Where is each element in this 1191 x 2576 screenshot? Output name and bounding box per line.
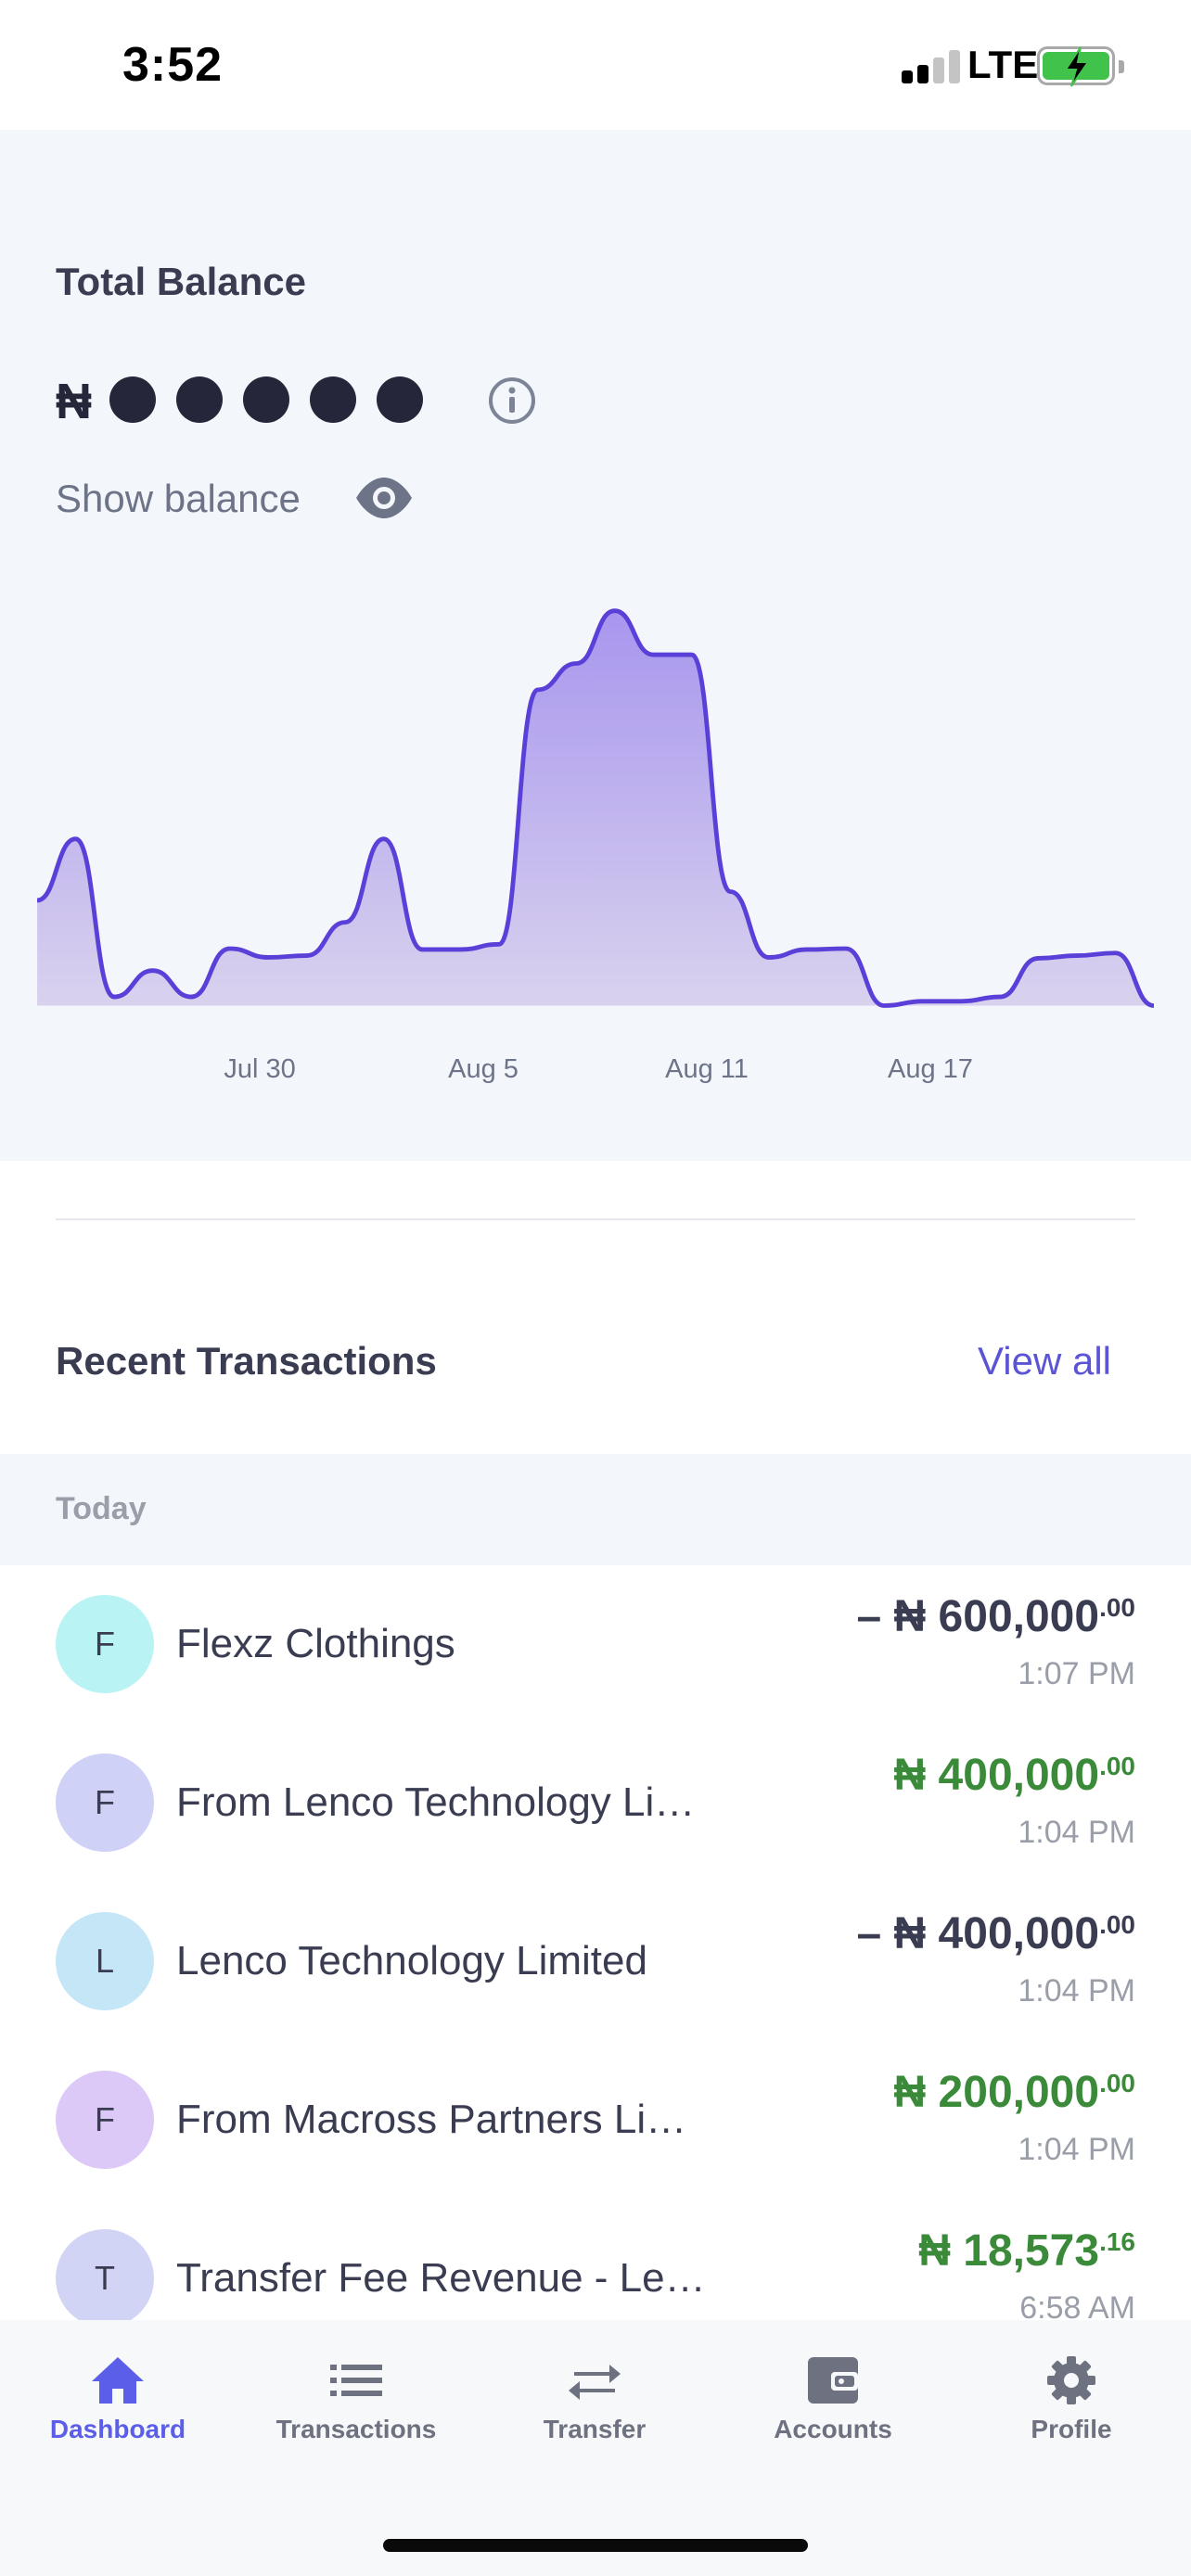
day-group-header: Today [0, 1454, 1191, 1565]
transaction-amount: – ₦ 400,000.00 [857, 1908, 1135, 1959]
bottom-tab-bar: Dashboard Transactions Transfer Accounts… [0, 2320, 1191, 2576]
currency-symbol: ₦ [56, 374, 92, 429]
x-tick-label: Aug 17 [888, 1054, 973, 1084]
list-icon [330, 2365, 382, 2396]
amount-sign: – [856, 1592, 894, 1641]
amount-decimals: .00 [1099, 1752, 1135, 1780]
transaction-name: From Lenco Technology Limited [176, 1779, 714, 1825]
view-all-link[interactable]: View all [978, 1339, 1111, 1384]
transaction-amount: – ₦ 600,000.00 [857, 1591, 1135, 1642]
amount-decimals: .00 [1099, 1910, 1135, 1939]
balance-history-chart: Jul 30 Aug 5 Aug 11 Aug 17 [36, 608, 1155, 1084]
tab-label: Accounts [774, 2415, 892, 2443]
tab-dashboard[interactable]: Dashboard [20, 2355, 215, 2457]
avatar: F [56, 1753, 154, 1852]
transaction-time: 1:07 PM [1018, 1656, 1135, 1691]
transaction-name: Flexz Clothings [176, 1621, 455, 1666]
currency-symbol: ₦ [918, 2226, 951, 2276]
show-balance-toggle[interactable]: Show balance [56, 477, 301, 521]
transaction-amount: ₦ 400,000.00 [894, 1750, 1135, 1801]
transaction-list: F Flexz Clothings – ₦ 600,000.00 1:07 PM F Fr… [0, 1567, 1191, 2360]
tab-profile[interactable]: Profile [974, 2355, 1169, 2457]
amount-value: 600,000 [926, 1592, 1100, 1641]
cellular-signal-icon [902, 50, 960, 83]
currency-symbol: ₦ [893, 1909, 927, 1958]
transaction-name: Lenco Technology Limited [176, 1938, 647, 1983]
avatar: F [56, 1595, 154, 1693]
avatar-initial: T [95, 2259, 115, 2297]
day-group-label: Today [56, 1491, 147, 1526]
tab-accounts[interactable]: Accounts [736, 2355, 930, 2457]
total-balance-label: Total Balance [56, 260, 306, 303]
status-bar: 3:52 LTE [0, 0, 1191, 130]
network-type: LTE [967, 43, 1039, 86]
avatar: F [56, 2071, 154, 2169]
tab-label: Transactions [275, 2415, 437, 2443]
transaction-amount: ₦ 200,000.00 [894, 2067, 1135, 2118]
amount-decimals: .00 [1099, 2069, 1135, 2098]
gear-icon [1047, 2356, 1095, 2404]
section-divider [56, 1218, 1135, 1220]
transaction-row[interactable]: L Lenco Technology Limited – ₦ 400,000.00 1… [0, 1884, 1191, 2043]
amount-decimals: .00 [1099, 1593, 1135, 1622]
x-tick-label: Aug 5 [448, 1054, 519, 1084]
transaction-row[interactable]: F Flexz Clothings – ₦ 600,000.00 1:07 PM [0, 1567, 1191, 1726]
avatar-initial: F [95, 1625, 115, 1663]
avatar: T [56, 2229, 154, 2327]
chart-area-fill [37, 610, 1154, 1006]
transaction-row[interactable]: F From Lenco Technology Limited ₦ 400,000.… [0, 1726, 1191, 1884]
avatar-initial: F [95, 1783, 115, 1821]
tab-label: Dashboard [49, 2415, 186, 2443]
home-indicator [383, 2539, 808, 2552]
transaction-time: 1:04 PM [1018, 2132, 1135, 2167]
status-time: 3:52 [122, 38, 224, 92]
x-tick-label: Aug 11 [665, 1054, 749, 1084]
dashboard-screen: 3:52 LTE Total Balance ₦ Show balance Ju… [0, 0, 1191, 2576]
amount-sign: – [856, 1909, 894, 1958]
info-icon[interactable] [486, 375, 538, 427]
tab-transactions[interactable]: Transactions [259, 2355, 454, 2457]
tab-label: Profile [1031, 2415, 1112, 2443]
transaction-name: Transfer Fee Revenue - Lenco [176, 2255, 714, 2301]
amount-value: 400,000 [926, 1909, 1100, 1958]
transaction-row[interactable]: F From Macross Partners Limited ₦ 200,000.… [0, 2043, 1191, 2201]
currency-symbol: ₦ [893, 1592, 927, 1641]
currency-symbol: ₦ [893, 2068, 927, 2117]
x-tick-label: Jul 30 [224, 1054, 295, 1084]
amount-decimals: .16 [1099, 2227, 1135, 2256]
amount-value: 18,573 [950, 2226, 1100, 2276]
avatar-initial: L [95, 1942, 115, 1980]
transaction-time: 1:04 PM [1018, 1815, 1135, 1850]
home-icon [92, 2357, 144, 2404]
currency-symbol: ₦ [893, 1751, 927, 1800]
recent-transactions-title: Recent Transactions [56, 1339, 437, 1383]
tab-transfer[interactable]: Transfer [497, 2355, 692, 2457]
eye-icon[interactable] [352, 475, 416, 521]
tab-label: Transfer [543, 2415, 647, 2443]
avatar-initial: F [95, 2100, 115, 2138]
transaction-time: 1:04 PM [1018, 1973, 1135, 2009]
amount-value: 400,000 [926, 1751, 1100, 1800]
transaction-amount: ₦ 18,573.16 [918, 2225, 1135, 2276]
transfer-arrows-icon [569, 2365, 621, 2400]
amount-value: 200,000 [926, 2068, 1100, 2117]
battery-charging-icon [1037, 46, 1124, 87]
balance-card: Total Balance ₦ Show balance Jul 30 Aug … [0, 130, 1191, 1161]
avatar: L [56, 1912, 154, 2010]
wallet-icon [808, 2357, 858, 2404]
transaction-name: From Macross Partners Limited [176, 2097, 714, 2142]
